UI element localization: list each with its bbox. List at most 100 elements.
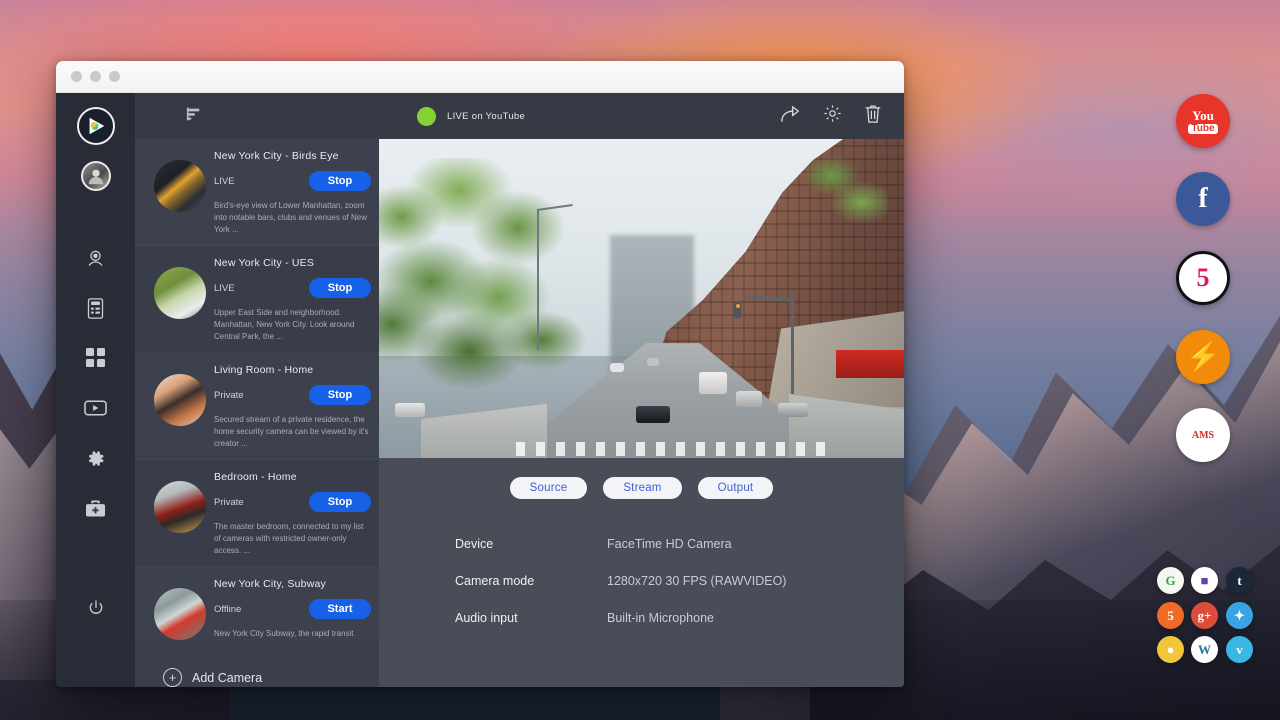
camera-list-item[interactable]: New York City - Birds EyeLIVEStopBird's-… — [135, 139, 379, 246]
tab-output[interactable]: Output — [698, 477, 774, 499]
camera-list-header — [135, 93, 379, 139]
video-car — [778, 403, 808, 417]
sidebar-item-recordings[interactable] — [77, 389, 115, 427]
camera-action-button[interactable]: Start — [309, 599, 371, 619]
live-status-label: LIVE on YouTube — [447, 111, 525, 122]
desktop-icon-twitch[interactable]: ■ — [1191, 567, 1218, 594]
video-car — [647, 358, 659, 366]
desktop-icon-facebook[interactable]: f — [1176, 172, 1230, 226]
camera-details-list: DeviceFaceTime HD Camera Camera mode1280x… — [379, 499, 904, 648]
video-crosswalk — [516, 442, 831, 456]
desktop-icon-adobe-ams[interactable]: AMS — [1176, 408, 1230, 462]
video-car — [699, 372, 727, 394]
sidebar-item-dashboard[interactable] — [77, 339, 115, 377]
share-arrow-icon — [780, 104, 801, 123]
camera-list-item[interactable]: New York City, SubwayOfflineStartNew Yor… — [135, 567, 379, 642]
desktop-icon-wordpress[interactable]: W — [1191, 636, 1218, 663]
desktop-icon-twitter[interactable]: ✦ — [1226, 602, 1253, 629]
camera-description: Bird's-eye view of Lower Manhattan, zoom… — [214, 200, 371, 236]
window-minimize-button[interactable] — [90, 71, 101, 82]
desktop-icon-vimeo[interactable]: v — [1226, 636, 1253, 663]
camera-status-row: PrivateStop — [214, 492, 371, 512]
camera-thumbnail — [154, 481, 206, 533]
detail-row: DeviceFaceTime HD Camera — [455, 537, 904, 551]
video-car — [610, 363, 624, 372]
settings-gear-button[interactable] — [817, 102, 848, 130]
desktop-icon-youtube[interactable]: YouTube — [1176, 94, 1230, 148]
app-body: New York City - Birds Eye LIVEStop Bird's-… — [56, 93, 904, 687]
desktop-icon-wowza[interactable]: ⚡ — [1176, 330, 1230, 384]
report-icon — [86, 298, 105, 319]
sort-glyph-icon — [186, 106, 202, 122]
video-player-icon — [84, 399, 107, 417]
detail-row: Audio inputBuilt-in Microphone — [455, 611, 904, 625]
camera-description: Upper East Side and neighborhood. Manhat… — [214, 307, 371, 343]
camera-title: New York City - Birds Eye — [214, 150, 371, 162]
wowza-glyph: ⚡ — [1186, 340, 1221, 374]
share-icon[interactable] — [774, 102, 807, 130]
camera-status-row: PrivateStop — [214, 385, 371, 405]
camera-action-button[interactable]: Stop — [309, 492, 371, 512]
camera-info: New York City - UES LIVEStop Upper East Si… — [214, 255, 371, 343]
sidebar-item-power[interactable] — [77, 589, 115, 627]
periscope-glyph: ● — [1167, 642, 1175, 658]
sidebar-item-user-avatar[interactable] — [81, 161, 111, 191]
play-logo-icon — [85, 115, 107, 137]
tab-source[interactable]: Source — [510, 477, 588, 499]
channel-5-glyph: 5 — [1197, 263, 1210, 293]
gumroad-glyph: G — [1165, 573, 1175, 589]
desktop-icon-tumblr[interactable]: t — [1226, 567, 1253, 594]
video-preview[interactable] — [379, 139, 904, 458]
detail-value: 1280x720 30 FPS (RAWVIDEO) — [607, 574, 786, 588]
sidebar-item-reports[interactable] — [77, 289, 115, 327]
toolkit-icon — [85, 499, 106, 518]
sidebar-item-cameras[interactable] — [77, 239, 115, 277]
sidebar-item-settings[interactable] — [77, 439, 115, 477]
delete-button[interactable] — [858, 102, 888, 131]
camera-thumbnail — [154, 267, 206, 319]
camera-action-button[interactable]: Stop — [309, 385, 371, 405]
detail-row: Camera mode1280x720 30 FPS (RAWVIDEO) — [455, 574, 904, 588]
camera-status-row: LIVEStop — [214, 278, 371, 298]
window-close-button[interactable] — [71, 71, 82, 82]
plus-icon: + — [163, 668, 182, 687]
camera-list-item[interactable]: Bedroom - HomePrivateStopThe master bedr… — [135, 460, 379, 567]
sidebar-item-app-logo[interactable] — [77, 107, 115, 145]
detail-value: FaceTime HD Camera — [607, 537, 732, 551]
camera-list[interactable]: New York City - Birds Eye LIVEStop Bird's-… — [135, 139, 379, 642]
window-maximize-button[interactable] — [109, 71, 120, 82]
desktop-icon-channel-5[interactable]: 5 — [1176, 251, 1230, 305]
youtube-wordmark: YouTube — [1188, 109, 1217, 134]
add-camera-button[interactable]: + Add Camera — [135, 642, 379, 687]
camera-list-item[interactable]: New York City - UES LIVEStop Upper East Si… — [135, 246, 379, 353]
camera-status: Private — [214, 497, 309, 508]
tab-stream[interactable]: Stream — [603, 477, 681, 499]
desktop-icon-google-plus[interactable]: g+ — [1191, 602, 1218, 629]
camera-description: Secured stream of a private residence, t… — [214, 414, 371, 450]
desktop-icon-gumroad[interactable]: G — [1157, 567, 1184, 594]
camera-action-button[interactable]: Stop — [309, 278, 371, 298]
main-pane: LIVE on YouTube — [379, 93, 904, 687]
camera-description: New York City Subway, the rapid transit … — [214, 628, 371, 642]
video-streetlamp-pole — [537, 209, 539, 349]
camera-info: New York City, SubwayOfflineStartNew Yor… — [214, 576, 371, 642]
camera-thumbnail — [154, 374, 206, 426]
camera-info: Living Room - HomePrivateStopSecured str… — [214, 362, 371, 450]
detail-label: Camera mode — [455, 574, 607, 588]
facebook-glyph: f — [1198, 183, 1207, 215]
sort-icon[interactable] — [180, 104, 208, 129]
sidebar-item-toolkit[interactable] — [77, 489, 115, 527]
desktop-icon-smashcast[interactable]: 5 — [1157, 602, 1184, 629]
grid-icon — [86, 348, 106, 368]
desktop-icon-periscope[interactable]: ● — [1157, 636, 1184, 663]
source-stream-output-tabs: Source Stream Output — [379, 477, 904, 499]
camera-action-button[interactable]: Stop — [309, 171, 371, 191]
camera-title: New York City, Subway — [214, 578, 371, 590]
smashcast-glyph: 5 — [1167, 608, 1174, 624]
live-status-indicator: LIVE on YouTube — [417, 107, 525, 126]
camera-title: New York City - UES — [214, 257, 371, 269]
video-car — [736, 391, 762, 407]
video-right-tree — [794, 145, 889, 247]
video-red-awning — [836, 350, 904, 379]
camera-list-item[interactable]: Living Room - HomePrivateStopSecured str… — [135, 353, 379, 460]
